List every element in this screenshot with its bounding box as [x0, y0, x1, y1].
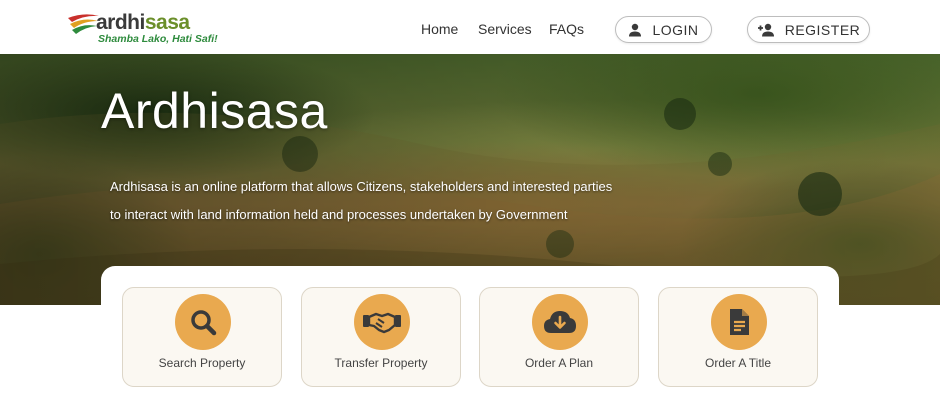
service-icon-circle [711, 294, 767, 350]
service-card-transfer-property[interactable]: Transfer Property [301, 287, 461, 387]
search-icon [191, 310, 217, 336]
logo-tagline: Shamba Lako, Hati Safi! [98, 33, 218, 45]
handshake-icon [363, 312, 401, 334]
document-icon [730, 309, 749, 335]
nav-home-link[interactable]: Home [421, 21, 458, 37]
user-plus-icon [757, 23, 774, 36]
hero-description-line: Ardhisasa is an online platform that all… [110, 179, 613, 194]
login-label: LOGIN [652, 21, 699, 38]
hero-description-line: to interact with land information held a… [110, 207, 568, 222]
site-header: ardhisasa Shamba Lako, Hati Safi! Home S… [0, 0, 940, 54]
services-panel: Search Property Transfer Property Order … [101, 266, 839, 406]
logo-swoosh-icon [68, 14, 99, 34]
nav-faqs-link[interactable]: FAQs [549, 21, 584, 37]
cloud-download-icon [544, 311, 576, 333]
hero-title: Ardhisasa [101, 83, 328, 139]
logo-wordmark-part1: ardhi [96, 11, 145, 34]
ardhisasa-logo[interactable]: ardhisasa Shamba Lako, Hati Safi! [66, 10, 218, 46]
service-icon-circle [354, 294, 410, 350]
logo-wordmark: ardhisasa [96, 11, 190, 35]
service-card-order-title[interactable]: Order A Title [658, 287, 818, 387]
logo-wordmark-part2: sasa [144, 11, 190, 34]
service-icon-circle [175, 294, 231, 350]
service-label: Transfer Property [334, 356, 428, 370]
user-icon [629, 23, 642, 36]
register-label: REGISTER [784, 21, 861, 38]
hero-description: Ardhisasa is an online platform that all… [110, 173, 630, 229]
service-card-search-property[interactable]: Search Property [122, 287, 282, 387]
service-label: Order A Plan [524, 356, 594, 370]
register-button[interactable]: REGISTER [747, 16, 870, 43]
service-icon-circle [532, 294, 588, 350]
login-button[interactable]: LOGIN [615, 16, 712, 43]
service-card-order-plan[interactable]: Order A Plan [479, 287, 639, 387]
service-label: Search Property [158, 356, 246, 370]
service-label: Order A Title [704, 356, 772, 370]
nav-services-link[interactable]: Services [478, 21, 532, 37]
